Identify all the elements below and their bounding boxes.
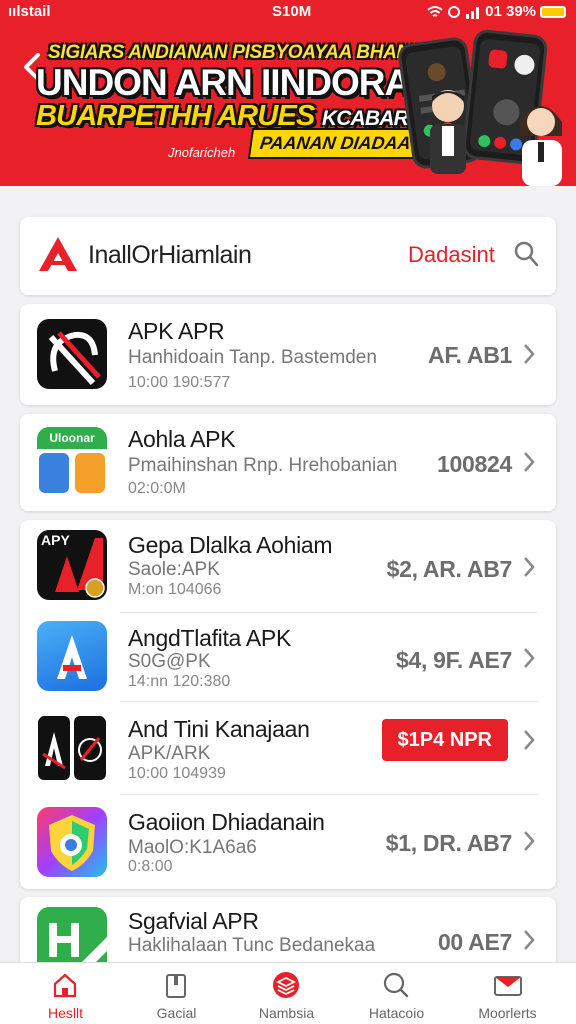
chevron-right-icon [524,344,535,364]
home-icon [53,973,77,998]
app-icon-gradient [37,807,107,877]
app-subtitle: Hanhidoain Tanp. Bastemden [128,347,377,368]
app-subtitle: S0G@PK [128,651,211,672]
app-price: $1, DR. AB7 [385,830,513,856]
nav-label: Moorlerts [478,1005,537,1021]
app-card: APK APR Hanhidoain Tanp. Bastemden 10:00… [20,304,556,405]
nav-item-featured[interactable]: Nambsia [229,963,344,1024]
carrier-signal: ıılstail [8,3,51,20]
app-dot-icon [477,134,491,148]
stripe-logo-icon [48,331,101,386]
app-meta: 10:00 190:577 [128,374,231,391]
app-icon-label: Uloonar [37,427,107,449]
chevron-right-icon [524,730,535,750]
app-icon-a [37,621,107,691]
app-subtitle: Haklihalaan Tunc Bedanekaa [128,935,376,956]
search-card: InallOrHiamlain Dadasint [20,217,556,295]
search-title: InallOrHiamlain [88,241,252,269]
alarm-icon [448,5,461,18]
app-meta: 02:0:0M [128,480,186,497]
search-link[interactable]: Dadasint [408,242,495,268]
dual-phone-icon [38,716,106,780]
app-icon-apk [37,319,107,389]
app-subtitle: APK/ARK [128,743,211,764]
list-item[interactable]: And Tini Kanajaan APK/ARK 10:00 104939 $… [20,702,556,794]
app-name: Sgafvial APR [128,908,259,934]
app-dot-icon [426,61,447,83]
app-name: AngdTlafita APK [128,625,291,651]
app-price: $4, 9F. AE7 [395,647,512,673]
nav-item-search[interactable]: Hatacoio [339,963,454,1024]
chevron-right-icon [524,557,535,577]
app-dot-icon [513,53,536,76]
status-time: S10M [272,3,312,20]
hero-headline-sub-small: KCABAR [321,107,409,130]
app-name: APK APR [128,318,225,344]
hero-headline-top: SIGIARS ANDIANAN PISBYOAYAA BHANI [48,42,415,63]
shield-logo-icon [49,815,95,871]
status-bar: ıılstail S10M 01 39% [0,0,576,24]
app-price: AF. AB1 [428,342,512,368]
hero-headline-main: UNDON ARN IINDORAN [36,62,437,103]
app-card-group: APY Gepa Dlalka Aohiam Saole:APK M:on 10… [20,520,556,889]
nav-label: Hatacoio [368,1005,425,1021]
buy-button[interactable]: $1P4 NPR [381,719,508,761]
app-icon-grid: Uloonar [37,427,107,497]
app-icon-dual [37,714,107,784]
app-name: Aohla APK [128,426,236,452]
list-item[interactable]: APY Gepa Dlalka Aohiam Saole:APK M:on 10… [20,520,556,612]
status-icons: 01 39% [427,3,566,20]
chevron-right-icon [524,831,535,851]
app-subtitle: Pmaihinshan Rnp. Hrehobanian [128,455,398,476]
app-meta: 14:nn 120:380 [128,673,231,690]
nav-item-catalog[interactable]: Gacial [119,963,234,1024]
app-price: $2, AR. AB7 [386,556,513,582]
wifi-icon [427,5,443,17]
app-subtitle: MaolO:K1A6a6 [128,837,257,858]
app-subtitle: Saole:APK [128,559,220,580]
app-meta: M:on 104066 [128,581,222,598]
app-meta: 10:00 104939 [128,765,226,782]
mail-icon [494,976,522,996]
list-item[interactable]: Gaoiion Dhiadanain MaolO:K1A6a6 0:8:00 $… [20,795,556,889]
app-icon-apy: APY [37,530,107,600]
hero-caption: Jnofaricheh [168,145,236,160]
book-icon [166,974,186,998]
nav-label: Nambsia [258,1005,315,1021]
search-icon[interactable] [513,240,539,268]
nav-item-messages[interactable]: Moorlerts [450,963,565,1024]
app-meta: 0:8:00 [128,858,173,875]
battery-percent: 01 39% [485,3,536,20]
bottom-nav: Hesllt Gacial Nambsia Hatacoio Moorlerts [0,962,576,1024]
brand-logo-icon [39,237,77,271]
chevron-right-icon [524,452,535,472]
cartoon-girl-illustration [520,106,562,186]
chevron-right-icon [524,648,535,668]
letter-a-icon [57,635,87,679]
nav-item-home[interactable]: Hesllt [8,963,123,1024]
app-card: Uloonar Aohla APK Pmaihinshan Rnp. Hreho… [20,414,556,511]
search-icon [383,972,409,998]
apy-logo-icon [55,538,105,598]
app-price: 00 AE7 [437,929,512,955]
app-price: 100824 [437,451,512,477]
app-dot-icon [493,136,507,150]
cartoon-boy-illustration [430,90,466,174]
nav-label: Hesllt [47,1005,83,1021]
list-item[interactable]: APK APR Hanhidoain Tanp. Bastemden 10:00… [20,304,556,405]
list-item[interactable]: AngdTlafita APK S0G@PK 14:nn 120:380 $4,… [20,613,556,701]
chevron-right-icon [524,930,535,950]
app-name: Gaoiion Dhiadanain [128,809,325,835]
list-item[interactable]: Uloonar Aohla APK Pmaihinshan Rnp. Hreho… [20,414,556,511]
signal-icon [466,6,480,19]
stack-icon [273,972,299,998]
app-name: Gepa Dlalka Aohiam [128,532,333,558]
nav-label: Gacial [156,1005,197,1021]
battery-icon [540,5,566,18]
hero-banner: ıılstail S10M 01 39% SIGIARS ANDIANAN PI… [0,0,576,186]
app-name: And Tini Kanajaan [128,716,310,742]
